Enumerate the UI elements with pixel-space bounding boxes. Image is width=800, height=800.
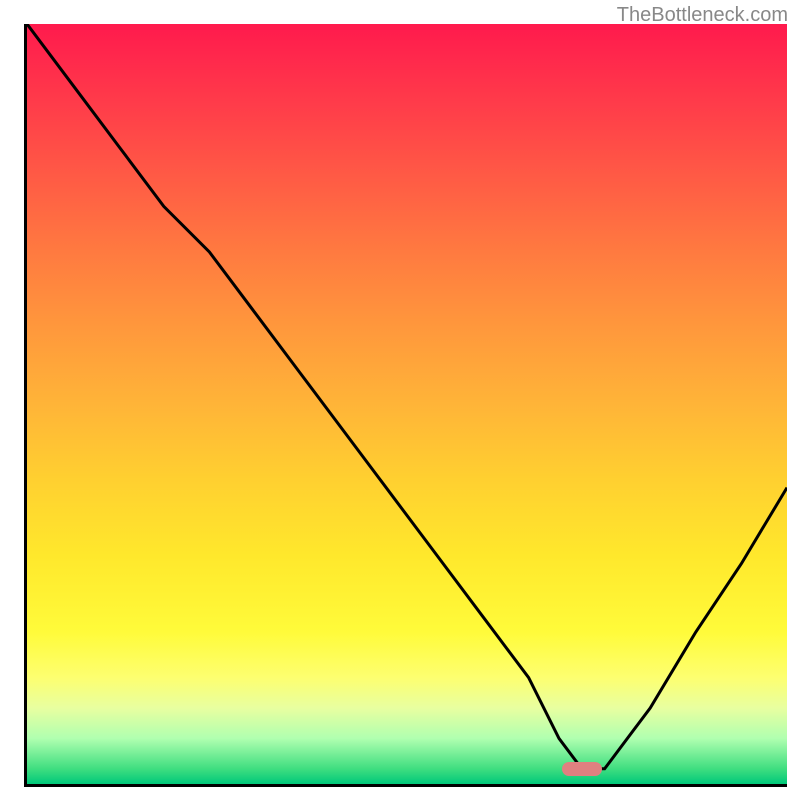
plot-area xyxy=(24,24,787,787)
optimal-marker xyxy=(562,762,602,776)
watermark-text: TheBottleneck.com xyxy=(617,4,788,27)
bottleneck-curve xyxy=(27,24,787,784)
